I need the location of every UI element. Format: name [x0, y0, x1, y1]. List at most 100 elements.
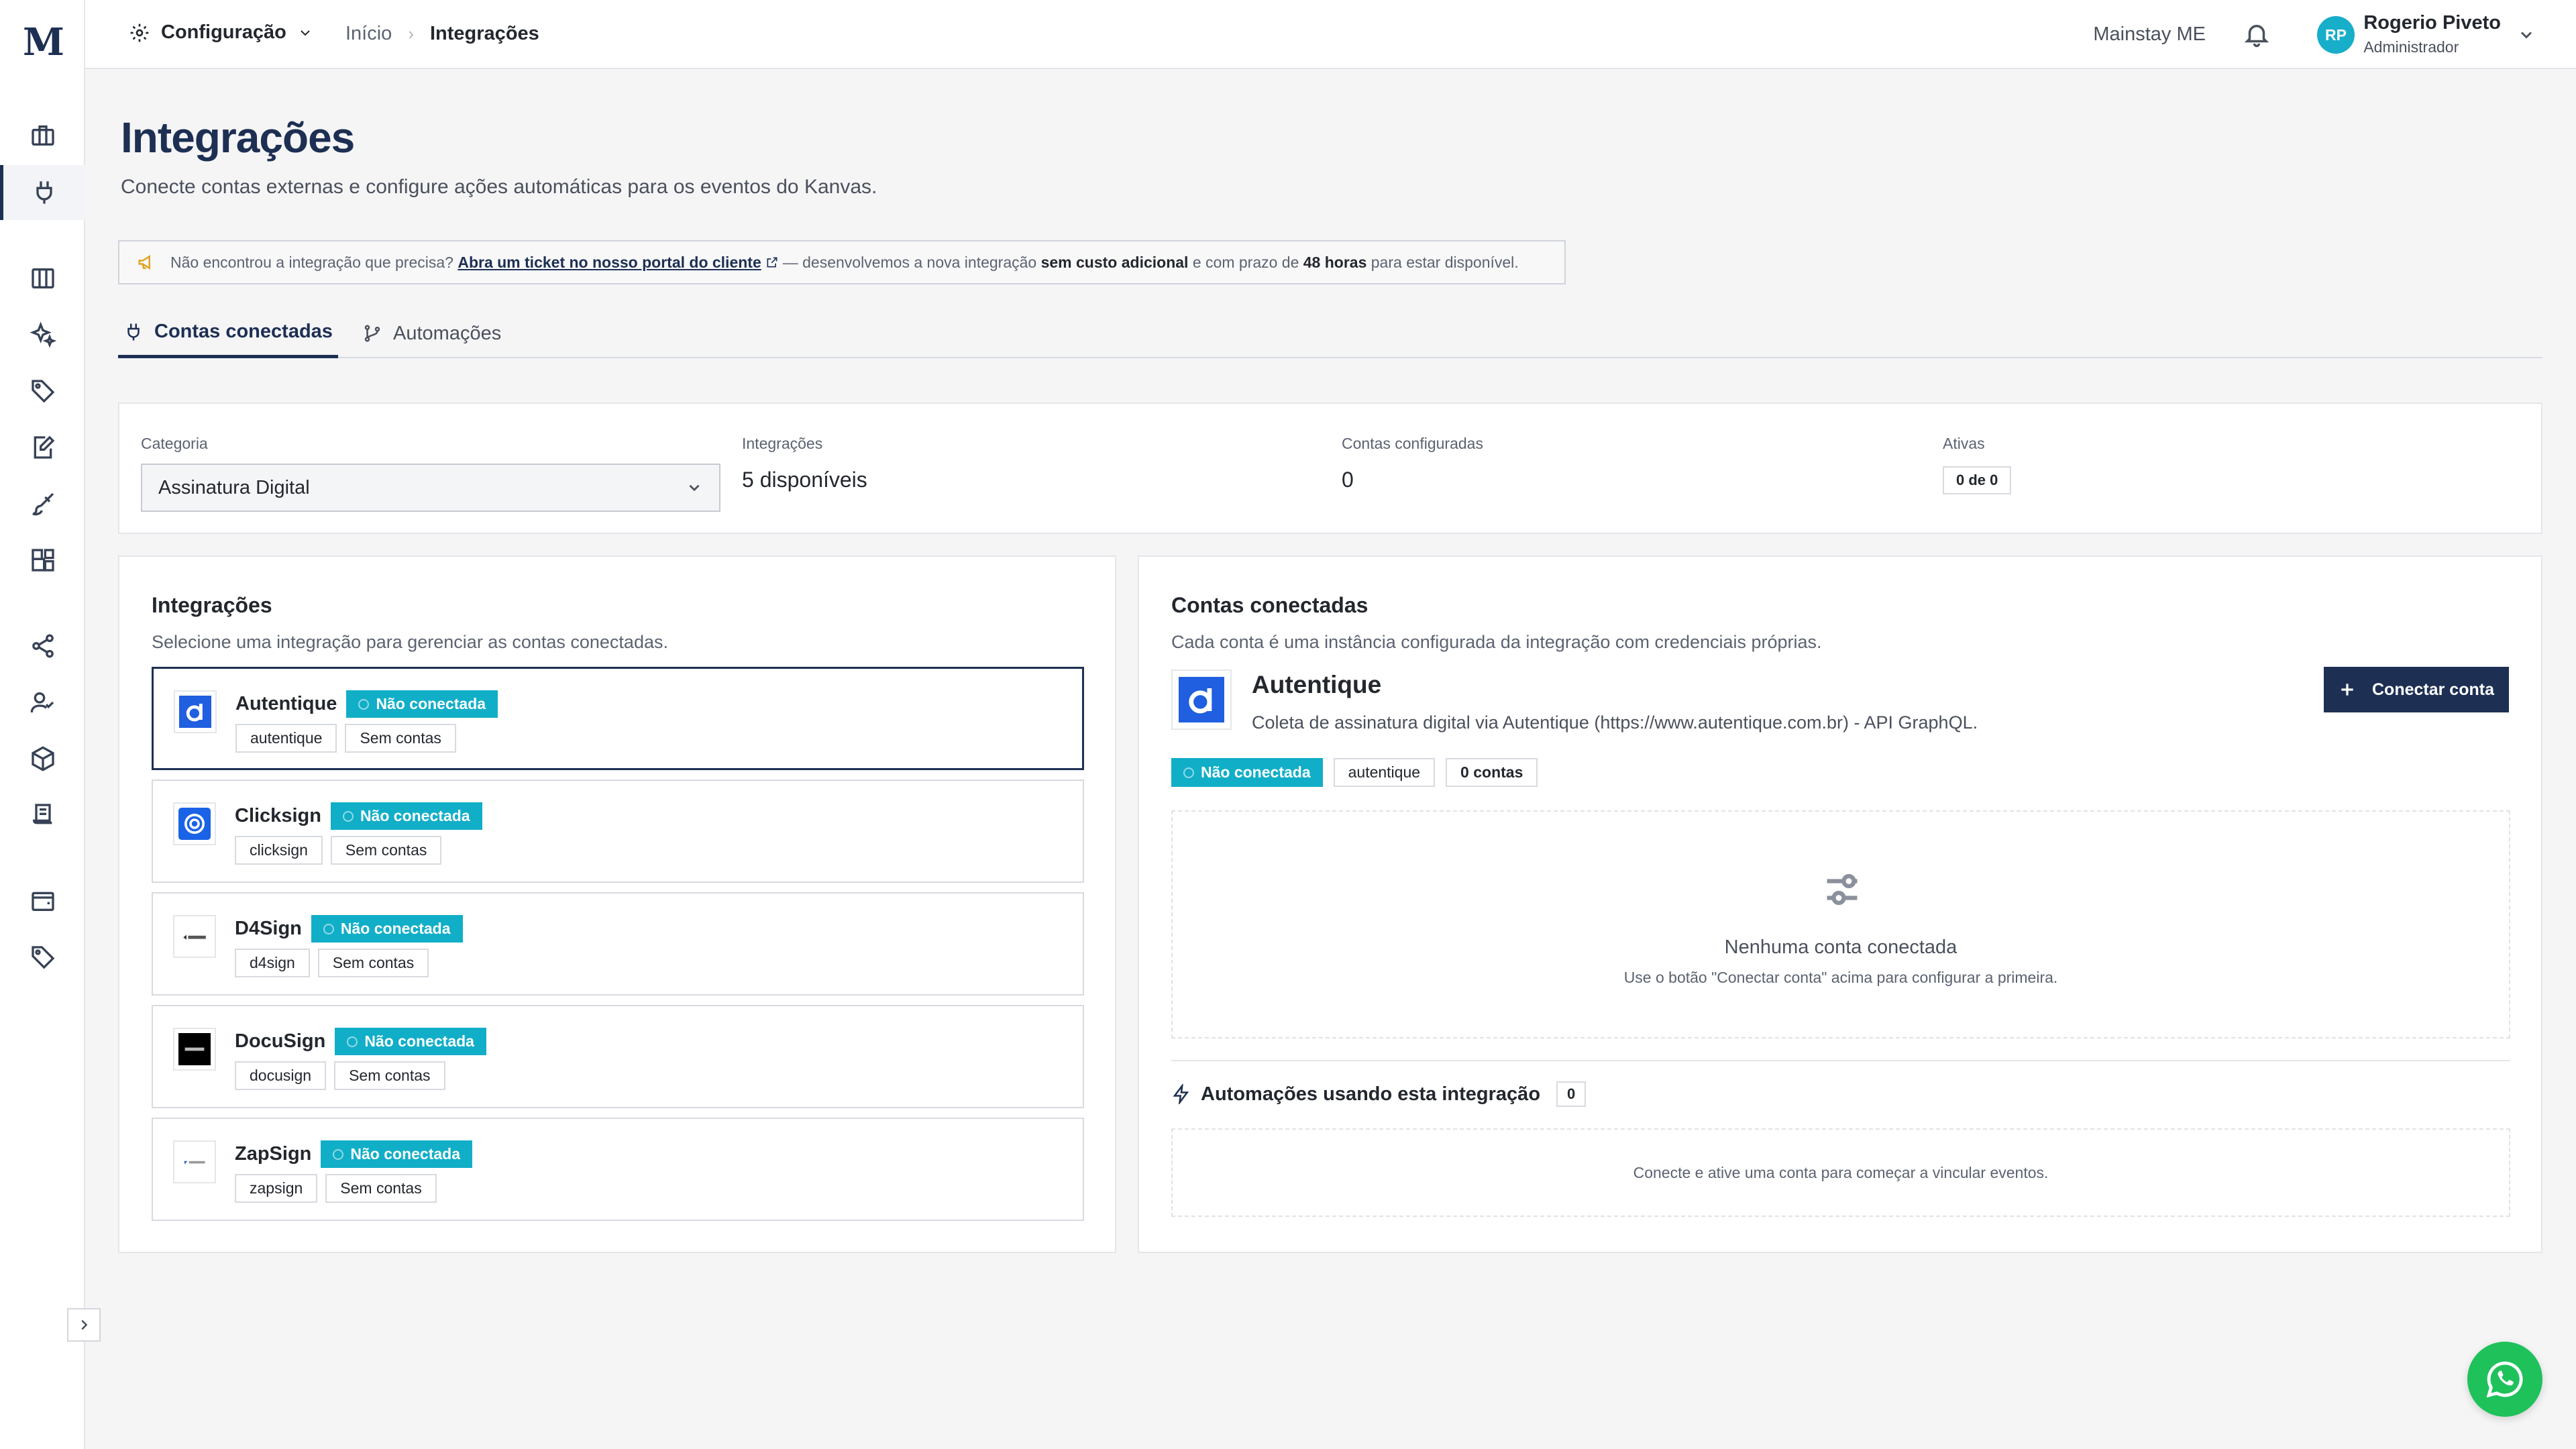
settings-menu-button[interactable]: Configuração	[129, 21, 313, 44]
plug-icon	[127, 323, 140, 340]
summary-card: Categoria Assinatura Digital Integrações…	[118, 402, 2542, 534]
edit-document-icon	[34, 435, 54, 459]
integration-card-d4sign[interactable]: D4Sign Não conectada d4sign Sem contas	[152, 892, 1084, 996]
integration-name: DocuSign	[235, 1030, 326, 1052]
status-badge: Não conectada	[335, 1028, 486, 1055]
autentique-logo	[174, 690, 217, 733]
box-icon	[31, 746, 54, 771]
user-role: Administrador	[2363, 38, 2459, 56]
status-badge-label: Não conectada	[360, 807, 470, 824]
tab-connected-accounts[interactable]: Contas conectadas	[118, 309, 338, 358]
app-logo[interactable]: M	[23, 20, 64, 64]
share-icon	[32, 634, 54, 658]
sidebar-item-apps[interactable]	[0, 533, 85, 588]
banner-text-1: Não encontrou a integração que precisa?	[170, 253, 453, 271]
tag-icon	[31, 946, 54, 969]
sidebar-item-briefcase[interactable]	[0, 108, 85, 163]
sidebar-item-products[interactable]	[0, 731, 85, 786]
category-label: Categoria	[141, 435, 208, 452]
top-bar: Configuração Início › Integrações Mainst…	[85, 0, 2576, 69]
lightning-icon	[1173, 1084, 1189, 1104]
sliders-icon	[1827, 873, 1858, 906]
sidebar-expand-button[interactable]	[67, 1308, 101, 1342]
integration-card-clicksign[interactable]: Clicksign Não conectada clicksign Sem co…	[152, 780, 1084, 883]
category-select[interactable]: Assinatura Digital	[141, 464, 720, 512]
banner-text-3: e com prazo de	[1192, 253, 1299, 271]
accounts-count-tag: 0 contas	[1446, 758, 1538, 787]
tab-bar: Contas conectadas Automações	[118, 309, 2542, 358]
empty-accounts-state: Nenhuma conta conectada Use o botão "Con…	[1171, 810, 2510, 1038]
status-dot-icon	[347, 1036, 358, 1047]
integration-name: Clicksign	[235, 805, 321, 826]
whatsapp-icon	[2486, 1361, 2523, 1398]
automations-count-badge: 0	[1556, 1081, 1587, 1107]
banner-bold-1: sem custo adicional	[1040, 253, 1189, 271]
integration-card-docusign[interactable]: DocuSign Não conectada docusign Sem cont…	[152, 1005, 1084, 1108]
user-menu-chevron[interactable]	[2517, 25, 2536, 44]
sidebar-item-integrations[interactable]	[0, 165, 85, 220]
notifications-button[interactable]	[2243, 20, 2271, 48]
stat-value: 5 disponíveis	[742, 468, 867, 492]
tag-icon	[31, 380, 54, 403]
integration-accounts-tag: Sem contas	[317, 949, 429, 977]
connect-account-button[interactable]: Conectar conta	[2324, 667, 2509, 712]
chevron-down-icon	[689, 484, 700, 492]
avatar[interactable]: RP	[2317, 16, 2355, 54]
stat-label: Contas configuradas	[1342, 435, 1483, 452]
git-branch-icon	[364, 325, 380, 342]
sidebar-item-pricing[interactable]	[0, 930, 85, 985]
automations-section-header: Automações usando esta integração 0	[1171, 1081, 1587, 1107]
integration-name: Autentique	[235, 693, 337, 714]
integration-accounts-tag: Sem contas	[345, 724, 456, 753]
sidebar: M	[0, 0, 101, 1449]
sidebar-item-customize[interactable]	[0, 476, 85, 531]
sidebar-item-tags[interactable]	[0, 364, 85, 419]
integration-name: ZapSign	[235, 1143, 312, 1165]
whatsapp-chat-button[interactable]	[2467, 1342, 2542, 1417]
user-menu[interactable]: Rogerio Piveto Administrador	[2363, 12, 2501, 56]
sidebar-item-users[interactable]	[0, 675, 85, 730]
integration-slug-tag: zapsign	[235, 1174, 318, 1203]
status-dot-icon	[1183, 767, 1194, 778]
integration-accounts-tag: Sem contas	[334, 1061, 445, 1090]
banner-bold-2: 48 horas	[1303, 253, 1367, 271]
tab-automations[interactable]: Automações	[362, 309, 501, 358]
status-badge: Não conectada	[330, 802, 482, 830]
integration-slug-tag: autentique	[1333, 758, 1436, 787]
status-badge: Não conectada	[321, 1140, 472, 1168]
sidebar-item-share[interactable]	[0, 619, 85, 674]
tab-label: Automações	[393, 322, 502, 344]
briefcase-icon	[31, 125, 54, 146]
integration-card-zapsign[interactable]: ZapSign Não conectada zapsign Sem contas	[152, 1118, 1084, 1221]
status-badge-label: Não conectada	[376, 695, 486, 712]
breadcrumb-current: Integrações	[430, 23, 539, 44]
sidebar-item-wallet[interactable]	[0, 873, 85, 928]
integration-card-autentique[interactable]: Autentique Não conectada autentique Sem …	[152, 667, 1084, 770]
clicksign-logo	[173, 802, 216, 845]
user-name: Rogerio Piveto	[2363, 12, 2501, 34]
breadcrumb-home-link[interactable]: Início	[345, 23, 392, 45]
sidebar-item-kanban[interactable]	[0, 251, 85, 306]
divider	[1171, 1060, 2510, 1061]
status-badge: Não conectada	[1171, 758, 1323, 787]
sidebar-item-ai[interactable]	[0, 307, 85, 362]
status-badge: Não conectada	[346, 690, 498, 718]
sidebar-item-receipts[interactable]	[0, 788, 85, 843]
empty-state-title: Nenhuma conta conectada	[1724, 936, 1957, 958]
banner-text-4: para estar disponível.	[1371, 253, 1519, 271]
sidebar-item-documents[interactable]	[0, 420, 85, 475]
page-title: Integrações	[121, 113, 355, 162]
company-name[interactable]: Mainstay ME	[2093, 23, 2206, 46]
status-badge-label: Não conectada	[340, 920, 451, 937]
panel-title: Contas conectadas	[1171, 593, 1368, 617]
panel-title: Integrações	[152, 593, 272, 617]
status-dot-icon	[358, 698, 370, 710]
support-portal-link[interactable]: Abra um ticket no nosso portal do client…	[458, 254, 761, 272]
stat-integrations: Integrações 5 disponíveis	[742, 435, 867, 492]
automations-title: Automações usando esta integração	[1201, 1083, 1541, 1105]
bell-icon	[2244, 25, 2269, 48]
integration-accounts-tag: Sem contas	[330, 836, 442, 865]
columns-icon	[31, 268, 54, 288]
external-link-icon	[767, 257, 777, 268]
category-value: Assinatura Digital	[158, 476, 310, 498]
